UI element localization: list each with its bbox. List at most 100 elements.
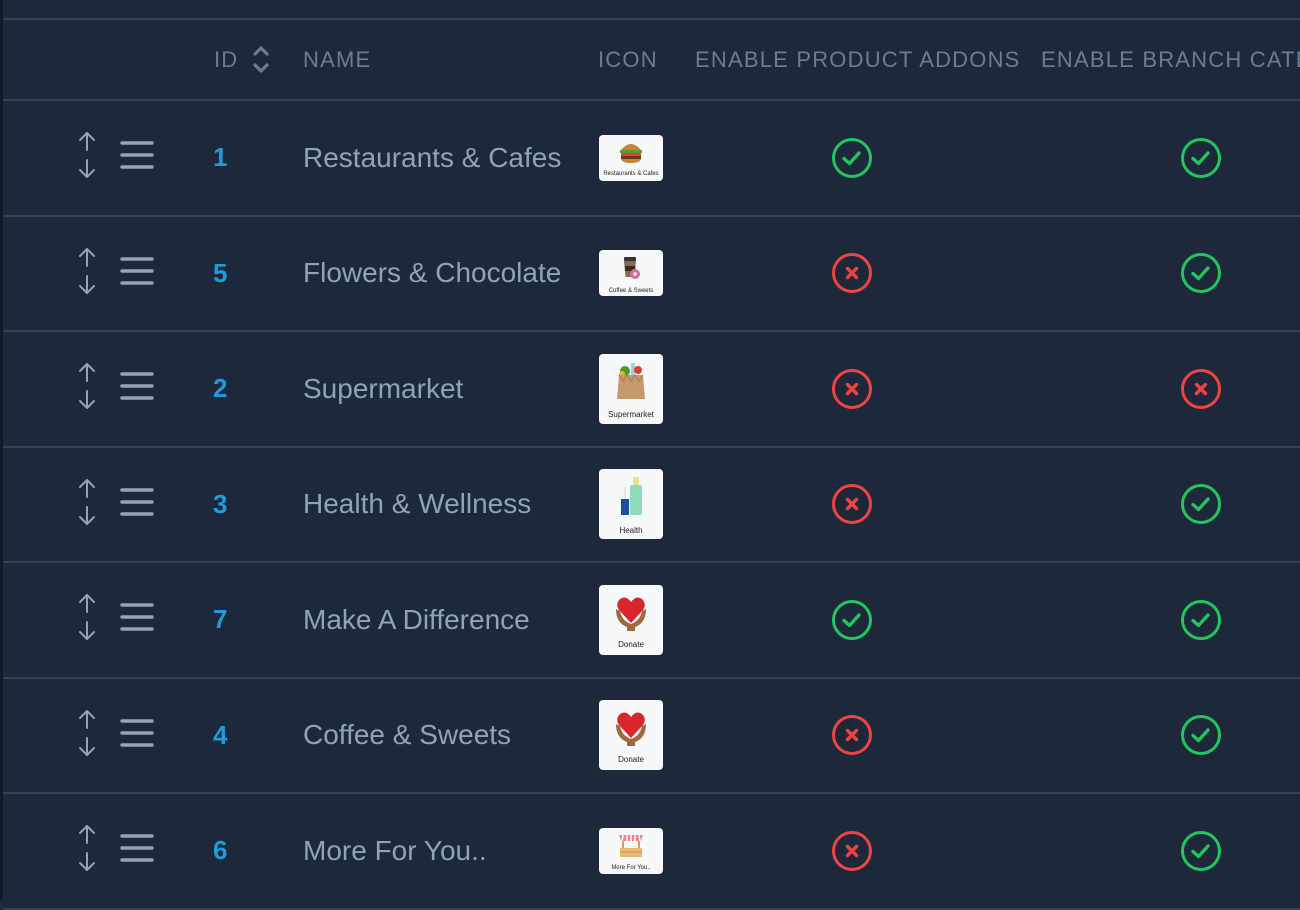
x-circle-icon	[1181, 368, 1221, 409]
table-top-bar	[3, 0, 1300, 20]
table-body: 1 Restaurants & Cafes Restaurants & Cafe…	[3, 101, 1300, 910]
table-row: 5 Flowers & Chocolate Coffee & Sweets	[3, 217, 1300, 332]
grocery-bag-icon	[613, 361, 649, 406]
categories-table: ID NAME ICON ENABLE PRODUCT ADDONS ENABL…	[3, 0, 1300, 910]
enable-product-addons-status	[831, 448, 873, 562]
row-id-link[interactable]: 5	[213, 258, 227, 289]
up-down-arrow-icon	[76, 477, 98, 532]
bottles-icon	[616, 475, 646, 522]
row-id[interactable]: 2	[213, 332, 227, 446]
category-icon-image: More For You..	[599, 827, 663, 874]
row-id-link[interactable]: 6	[213, 835, 227, 866]
enable-branch-categories-status	[1180, 448, 1222, 562]
column-header-label: ID	[214, 46, 239, 72]
row-id-link[interactable]: 1	[213, 142, 227, 173]
enable-product-addons-status	[831, 332, 873, 446]
row-name: Make A Difference	[303, 563, 530, 677]
heart-hands-icon	[614, 708, 648, 751]
category-icon-image: Donate	[599, 584, 663, 655]
row-name-text: More For You..	[303, 834, 487, 866]
drag-handle-icon	[119, 255, 155, 292]
drag-handle[interactable]	[119, 332, 155, 446]
check-circle-icon	[1181, 484, 1221, 525]
row-id[interactable]: 1	[213, 101, 227, 215]
category-icon-image: Restaurants & Cafes	[599, 134, 663, 181]
drag-handle[interactable]	[119, 794, 155, 908]
drag-handle-icon	[119, 717, 155, 754]
row-id[interactable]: 3	[213, 448, 227, 562]
check-circle-icon	[1181, 137, 1221, 178]
move-handle[interactable]	[75, 679, 99, 793]
table-row: 7 Make A Difference Donate	[3, 563, 1300, 679]
category-icon-caption: Donate	[618, 639, 644, 649]
sort-icon[interactable]	[252, 43, 270, 77]
category-icon-caption: Restaurants & Cafes	[603, 171, 659, 178]
category-icon-caption: More For You..	[611, 865, 651, 872]
category-icon-image: Supermarket	[599, 353, 663, 424]
row-id[interactable]: 4	[213, 679, 227, 793]
drag-handle-icon	[119, 601, 155, 638]
drag-handle[interactable]	[119, 679, 155, 793]
x-circle-icon	[832, 368, 872, 409]
column-header-name[interactable]: NAME	[303, 20, 371, 99]
burger-icon	[618, 140, 644, 169]
row-id-link[interactable]: 2	[213, 373, 227, 404]
drag-handle-icon	[119, 486, 155, 523]
enable-branch-categories-status	[1180, 332, 1222, 446]
enable-branch-categories-status	[1180, 217, 1222, 331]
up-down-arrow-icon	[76, 708, 98, 763]
row-id[interactable]: 6	[213, 794, 227, 908]
column-header-icon[interactable]: ICON	[598, 20, 658, 99]
x-circle-icon	[832, 830, 872, 871]
column-header-id[interactable]: ID	[214, 20, 270, 99]
check-circle-icon	[1181, 599, 1221, 640]
table-row: 2 Supermarket Supermarket	[3, 332, 1300, 448]
row-name: Restaurants & Cafes	[303, 101, 561, 215]
drag-handle-icon	[119, 832, 155, 869]
row-name-text: Supermarket	[303, 372, 464, 404]
drag-handle[interactable]	[119, 448, 155, 562]
move-handle[interactable]	[75, 794, 99, 908]
drag-handle-icon	[119, 370, 155, 407]
row-id[interactable]: 5	[213, 217, 227, 331]
row-icon: Coffee & Sweets	[599, 217, 663, 331]
row-name: Health & Wellness	[303, 448, 531, 562]
category-icon-caption: Donate	[618, 755, 644, 765]
column-header-enable-branch-categories[interactable]: ENABLE BRANCH CATEG	[1041, 20, 1300, 99]
row-id-link[interactable]: 3	[213, 489, 227, 520]
table-row: 3 Health & Wellness Health	[3, 448, 1300, 563]
enable-branch-categories-status	[1180, 563, 1222, 677]
row-name: Coffee & Sweets	[303, 679, 511, 793]
row-name-text: Flowers & Chocolate	[303, 257, 562, 289]
check-circle-icon	[832, 599, 872, 640]
row-icon: More For You..	[599, 794, 663, 908]
move-handle[interactable]	[75, 563, 99, 677]
move-handle[interactable]	[75, 217, 99, 331]
table-row: 6 More For You.. More For You..	[3, 794, 1300, 910]
up-down-arrow-icon	[76, 592, 98, 647]
enable-product-addons-status	[831, 794, 873, 908]
x-circle-icon	[832, 715, 872, 756]
row-name: More For You..	[303, 794, 487, 908]
enable-product-addons-status	[831, 101, 873, 215]
row-id-link[interactable]: 7	[213, 604, 227, 635]
market-stall-icon	[617, 832, 645, 863]
row-id-link[interactable]: 4	[213, 720, 227, 751]
check-circle-icon	[832, 137, 872, 178]
move-handle[interactable]	[75, 448, 99, 562]
check-circle-icon	[1181, 715, 1221, 756]
drag-handle[interactable]	[119, 217, 155, 331]
drag-handle[interactable]	[119, 101, 155, 215]
move-handle[interactable]	[75, 101, 99, 215]
row-name: Supermarket	[303, 332, 463, 446]
category-icon-image: Health	[599, 469, 663, 540]
column-header-enable-product-addons[interactable]: ENABLE PRODUCT ADDONS	[695, 20, 1021, 99]
up-down-arrow-icon	[76, 361, 98, 416]
move-handle[interactable]	[75, 332, 99, 446]
row-icon: Restaurants & Cafes	[599, 101, 663, 215]
heart-hands-icon	[614, 593, 648, 636]
row-id[interactable]: 7	[213, 563, 227, 677]
drag-handle[interactable]	[119, 563, 155, 677]
row-icon: Health	[599, 448, 663, 562]
up-down-arrow-icon	[76, 823, 98, 878]
